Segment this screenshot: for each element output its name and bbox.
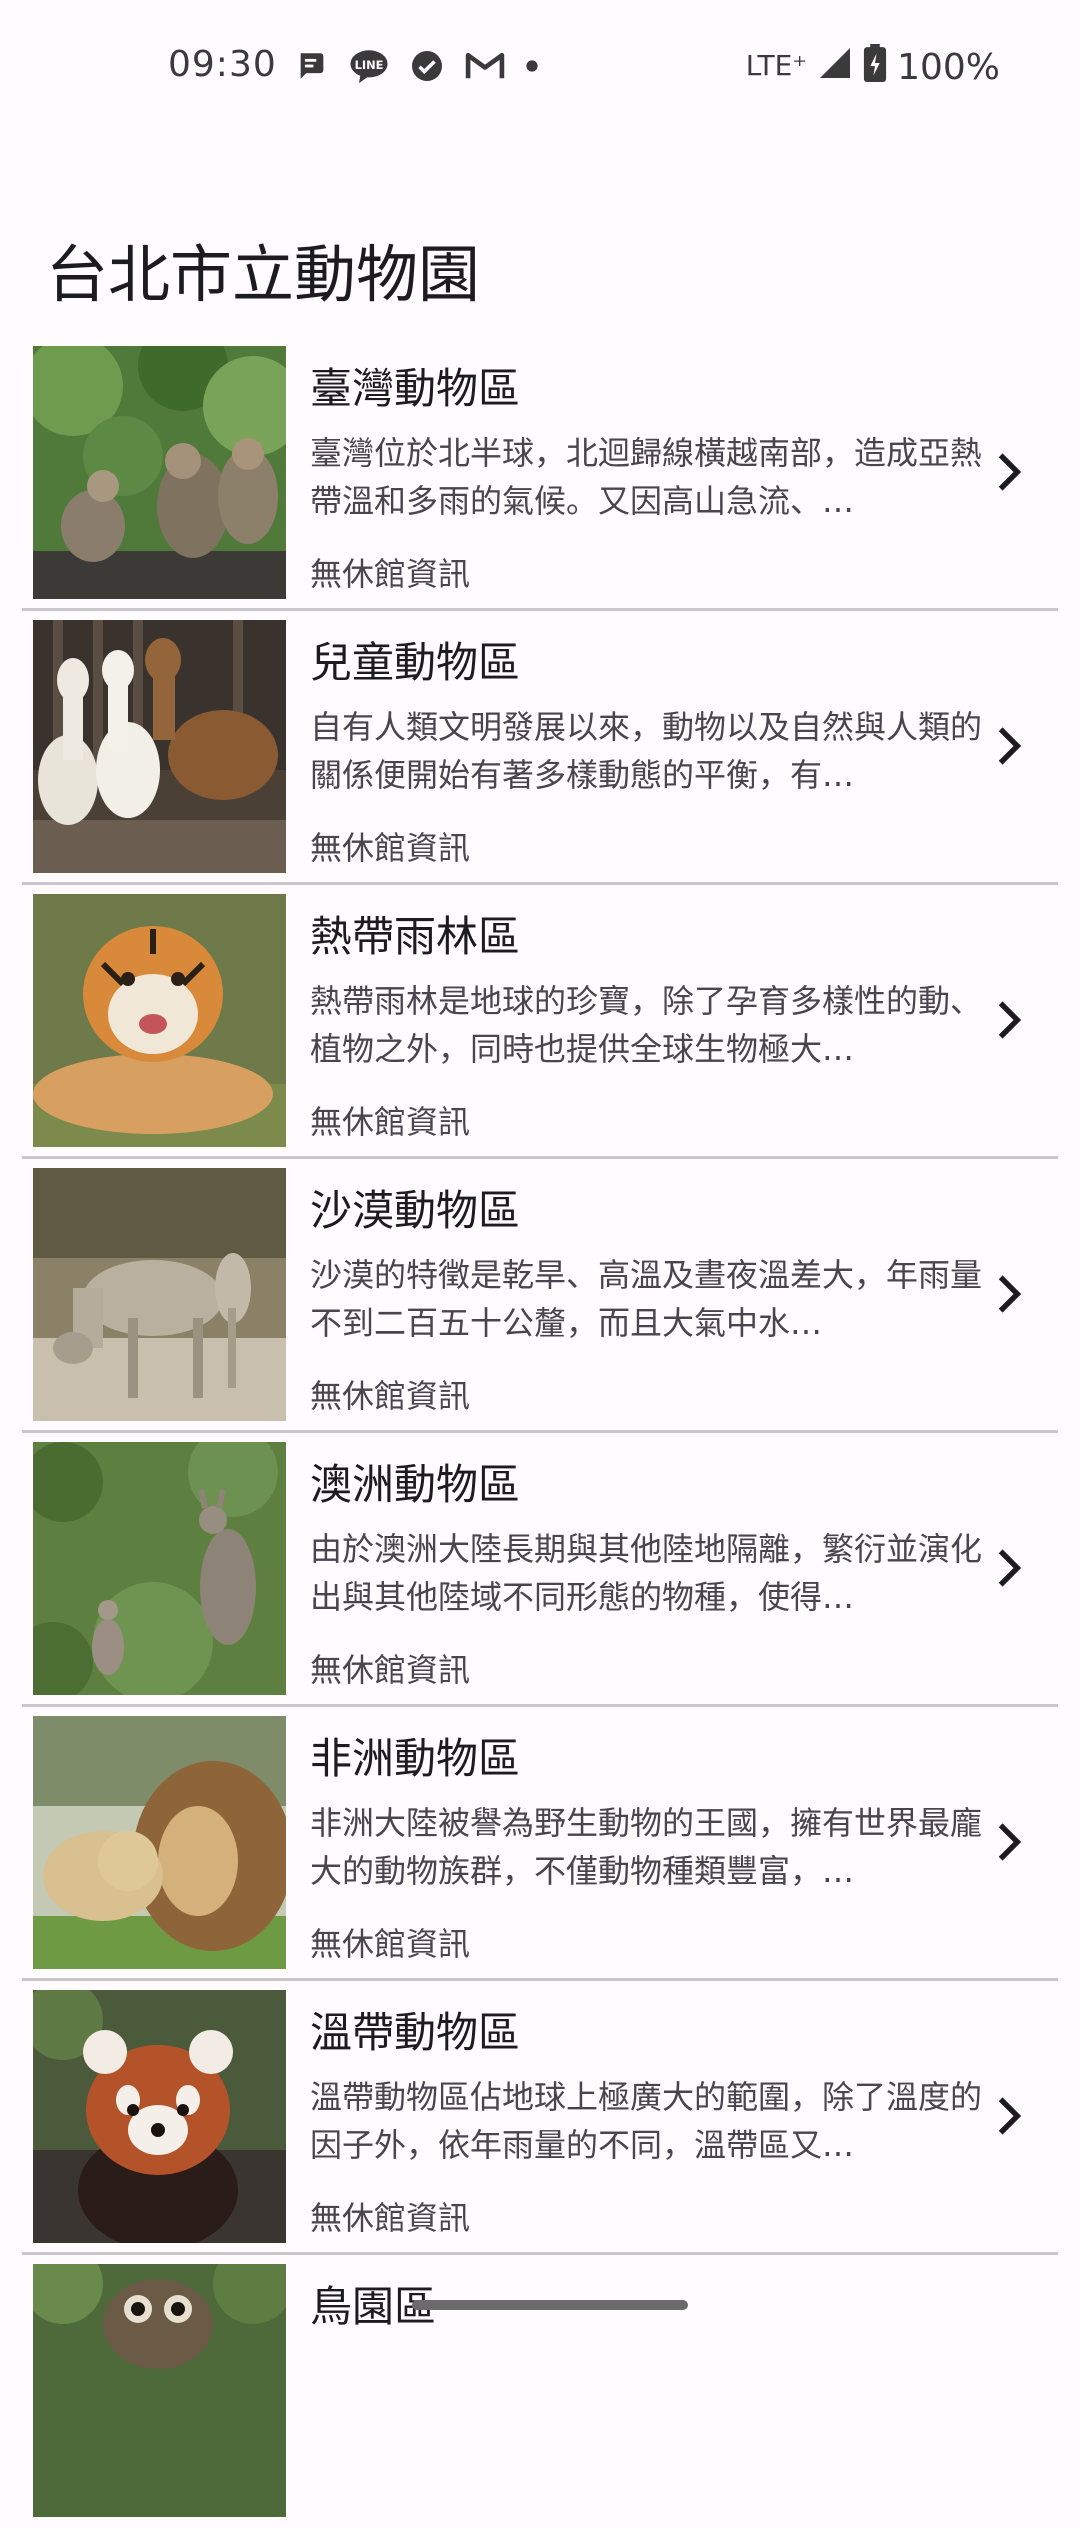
chevron-right-icon	[998, 1275, 1022, 1313]
area-description: 自有人類文明發展以來，動物以及自然與人類的關係便開始有著多樣動態的平衡，有…	[310, 708, 983, 794]
check-icon	[409, 48, 445, 84]
area-description: 由於澳洲大陸長期與其他陸地隔離，繁衍並演化出與其他陸域不同形態的物種，使得…	[310, 1530, 983, 1616]
list-item[interactable]: 非洲動物區 非洲大陸被譽為野生動物的王國，擁有世界最龐大的動物族群，不僅動物種類…	[22, 1707, 1058, 1981]
area-title: 澳洲動物區	[310, 1460, 521, 1509]
list-item[interactable]: 沙漠動物區 沙漠的特徵是乾旱、高溫及晝夜溫差大，年雨量不到二百五十公釐，而且大氣…	[22, 1159, 1058, 1433]
list-item[interactable]: 臺灣動物區 臺灣位於北半球，北迴歸線橫越南部，造成亞熱帶溫和多雨的氣候。又因高山…	[22, 337, 1058, 611]
chevron-right-icon	[998, 1001, 1022, 1039]
area-list: 臺灣動物區 臺灣位於北半球，北迴歸線橫越南部，造成亞熱帶溫和多雨的氣候。又因高山…	[0, 337, 1080, 2529]
svg-text:LINE: LINE	[355, 58, 384, 72]
gmail-icon	[465, 50, 505, 82]
chevron-right-icon	[998, 1549, 1022, 1587]
message-icon	[295, 49, 329, 83]
battery-level: 100%	[897, 47, 1000, 88]
dot-icon	[525, 59, 539, 73]
area-title: 臺灣動物區	[310, 364, 521, 413]
area-image	[33, 1716, 286, 1969]
area-image	[33, 620, 286, 873]
area-closing-info: 無休館資訊	[310, 2199, 471, 2237]
area-closing-info: 無休館資訊	[310, 1651, 471, 1689]
area-closing-info: 無休館資訊	[310, 1103, 471, 1141]
notification-icons: LINE	[295, 48, 539, 84]
chevron-right-icon	[998, 727, 1022, 765]
area-closing-info: 無休館資訊	[310, 1925, 471, 1963]
area-title: 沙漠動物區	[310, 1186, 521, 1235]
area-image	[33, 894, 286, 1147]
chevron-right-icon	[998, 453, 1022, 491]
chevron-right-icon	[998, 1823, 1022, 1861]
area-closing-info: 無休館資訊	[310, 829, 471, 867]
area-description: 非洲大陸被譽為野生動物的王國，擁有世界最龐大的動物族群，不僅動物種類豐富，…	[310, 1804, 983, 1890]
status-right: LTE⁺ 100%	[746, 44, 1000, 91]
area-description: 臺灣位於北半球，北迴歸線橫越南部，造成亞熱帶溫和多雨的氣候。又因高山急流、…	[310, 434, 983, 520]
chevron-right-icon	[998, 2097, 1022, 2135]
network-type: LTE⁺	[745, 49, 808, 82]
list-item[interactable]: 鳥園區	[22, 2255, 1058, 2529]
status-bar: 09:30 LINE LTE⁺ 100%	[0, 0, 1080, 140]
list-item[interactable]: 兒童動物區 自有人類文明發展以來，動物以及自然與人類的關係便開始有著多樣動態的平…	[22, 611, 1058, 885]
home-indicator[interactable]	[412, 2300, 688, 2310]
page-title: 台北市立動物園	[46, 237, 481, 311]
line-icon: LINE	[349, 48, 389, 84]
area-image	[33, 1442, 286, 1695]
battery-icon	[863, 44, 887, 91]
area-description: 沙漠的特徵是乾旱、高溫及晝夜溫差大，年雨量不到二百五十公釐，而且大氣中水…	[310, 1256, 983, 1342]
status-time: 09:30	[168, 44, 277, 85]
area-description: 熱帶雨林是地球的珍寶，除了孕育多樣性的動、植物之外，同時也提供全球生物極大…	[310, 982, 983, 1068]
area-title: 熱帶雨林區	[310, 912, 521, 961]
area-title: 兒童動物區	[310, 638, 521, 687]
area-title: 溫帶動物區	[310, 2008, 521, 2057]
area-image	[33, 1168, 286, 1421]
area-closing-info: 無休館資訊	[310, 555, 471, 593]
list-item[interactable]: 熱帶雨林區 熱帶雨林是地球的珍寶，除了孕育多樣性的動、植物之外，同時也提供全球生…	[22, 885, 1058, 1159]
area-image	[33, 2264, 286, 2517]
area-title: 非洲動物區	[310, 1734, 521, 1783]
area-description: 溫帶動物區佔地球上極廣大的範圍，除了溫度的因子外，依年雨量的不同，溫帶區又…	[310, 2078, 983, 2164]
area-image	[33, 346, 286, 599]
list-item[interactable]: 溫帶動物區 溫帶動物區佔地球上極廣大的範圍，除了溫度的因子外，依年雨量的不同，溫…	[22, 1981, 1058, 2255]
signal-icon	[817, 45, 853, 90]
list-item[interactable]: 澳洲動物區 由於澳洲大陸長期與其他陸地隔離，繁衍並演化出與其他陸域不同形態的物種…	[22, 1433, 1058, 1707]
area-closing-info: 無休館資訊	[310, 1377, 471, 1415]
area-image	[33, 1990, 286, 2243]
